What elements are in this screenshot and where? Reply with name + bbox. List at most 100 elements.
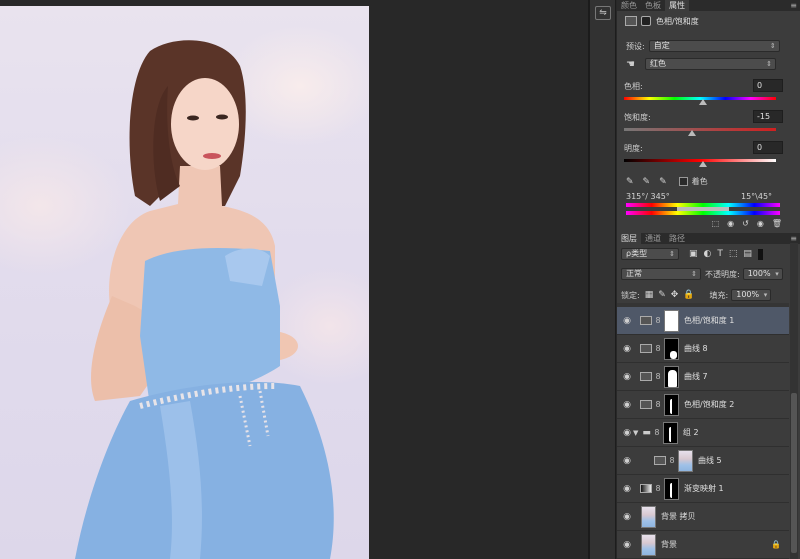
mask-icon[interactable] — [641, 16, 651, 26]
filter-toggle[interactable] — [757, 248, 763, 260]
tab-swatches[interactable]: 色板 — [641, 0, 665, 11]
channel-row: ☚ 红色 ⇕ — [617, 58, 800, 70]
tab-layers[interactable]: 图层 — [617, 233, 641, 244]
document-image[interactable] — [0, 6, 369, 559]
filter-smart-object-icon[interactable]: ▤ — [743, 249, 752, 259]
filter-pixel-icon[interactable]: ▣ — [689, 249, 698, 259]
hue-label: 色相: — [624, 82, 643, 91]
eye-icon[interactable]: ◉ — [617, 344, 637, 354]
link-icon[interactable]: 8 — [654, 400, 662, 409]
layer-mask-thumbnail[interactable] — [664, 365, 679, 388]
eye-icon[interactable]: ◉ — [617, 372, 637, 382]
channel-value: 红色 — [649, 59, 666, 68]
layer-name: 渐变映射 1 — [684, 484, 724, 493]
link-icon[interactable]: 8 — [668, 456, 676, 465]
eye-icon[interactable]: ◉ — [617, 456, 637, 466]
filter-type-icon[interactable]: T — [717, 249, 723, 259]
layer-mask-thumbnail[interactable] — [662, 421, 678, 444]
curves-icon — [640, 344, 652, 353]
lightness-input[interactable]: 0 — [753, 141, 783, 154]
view-previous-icon[interactable]: ◉ — [727, 219, 734, 228]
layer-mask-thumbnail[interactable] — [664, 337, 679, 360]
lock-pixels-icon[interactable]: ✎ — [658, 290, 666, 300]
layer-row[interactable]: ◉ 8 曲线 5 — [617, 447, 789, 475]
filter-shape-icon[interactable]: ⬚ — [729, 249, 738, 259]
layer-filter-value: ρ类型 — [626, 249, 648, 258]
properties-title: 色相/饱和度 — [656, 16, 699, 26]
tab-properties[interactable]: 属性 — [665, 0, 689, 11]
layer-row[interactable]: ◉ 8 渐变映射 1 — [617, 475, 789, 503]
channel-dropdown[interactable]: 红色 ⇕ — [644, 58, 776, 70]
lock-label: 锁定: — [621, 290, 640, 300]
document-canvas-area[interactable] — [0, 0, 588, 559]
range-right-label: 15°\45° — [741, 192, 773, 201]
mask-shape — [670, 482, 674, 498]
eye-icon[interactable]: ◉ — [617, 512, 637, 522]
opacity-input[interactable]: 100% ▾ — [742, 268, 783, 280]
eye-icon[interactable]: ◉ — [617, 316, 637, 326]
filter-adjustment-icon[interactable]: ◐ — [704, 249, 712, 259]
fill-label: 填充: — [709, 290, 729, 300]
panel-menu-icon[interactable]: ≡ — [790, 0, 797, 11]
link-icon[interactable]: 8 — [654, 316, 662, 325]
layer-row[interactable]: ◉ 背景 🔒 — [617, 531, 789, 559]
link-icon[interactable]: 8 — [654, 372, 662, 381]
lock-transparent-icon[interactable]: ▦ — [645, 290, 654, 300]
lock-position-icon[interactable]: ✥ — [671, 290, 679, 300]
layer-mask-thumbnail[interactable] — [664, 309, 679, 332]
colorize-label: 着色 — [691, 177, 708, 186]
eyedropper-icon[interactable]: ✎ — [626, 177, 634, 187]
layers-scroll-thumb[interactable] — [791, 393, 797, 553]
layer-row[interactable]: ◉ 8 色相/饱和度 2 — [617, 391, 789, 419]
hand-targeted-adjust-icon[interactable]: ☚ — [626, 59, 635, 70]
visibility-icon[interactable]: ◉ — [757, 219, 764, 228]
layer-name: 曲线 7 — [684, 372, 708, 381]
preset-dropdown[interactable]: 自定 ⇕ — [648, 40, 780, 52]
layer-row[interactable]: ◉ 8 曲线 7 — [617, 363, 789, 391]
properties-panel-icon[interactable]: ⇋ — [595, 6, 611, 20]
saturation-slider-thumb[interactable] — [688, 130, 696, 136]
layer-filter-row: ρ类型 ⇕ ▣ ◐ T ⬚ ▤ — [617, 248, 800, 260]
layers-scrollbar[interactable] — [790, 243, 798, 559]
group-expand-icon[interactable]: ▼ — [633, 429, 638, 437]
eye-icon[interactable]: ◉ — [617, 484, 637, 494]
reset-icon[interactable]: ↺ — [742, 219, 749, 228]
lightness-slider-thumb[interactable] — [699, 161, 707, 167]
link-icon[interactable]: 8 — [653, 428, 661, 437]
layer-row[interactable]: ◉ 8 曲线 8 — [617, 335, 789, 363]
portrait-photo — [75, 40, 334, 559]
link-icon[interactable]: 8 — [654, 484, 662, 493]
eyedropper-subtract-icon[interactable]: ✎ — [659, 177, 667, 187]
layer-row[interactable]: ◉ 8 色相/饱和度 1 — [617, 307, 789, 335]
layer-mask-thumbnail[interactable] — [678, 449, 693, 472]
layer-row[interactable]: ◉ ▼ ▬ 8 组 2 — [617, 419, 789, 447]
tab-channels[interactable]: 通道 — [641, 233, 665, 244]
saturation-slider-track[interactable] — [624, 128, 776, 131]
lightness-label: 明度: — [624, 144, 643, 153]
link-icon[interactable]: 8 — [654, 344, 662, 353]
blend-mode-dropdown[interactable]: 正常 ⇕ — [621, 268, 701, 280]
dropdown-arrow-icon: ⇕ — [766, 60, 772, 68]
tab-color[interactable]: 颜色 — [617, 0, 641, 11]
fill-input[interactable]: 100% ▾ — [731, 289, 772, 301]
layer-filter-dropdown[interactable]: ρ类型 ⇕ — [621, 248, 679, 260]
layer-name: 组 2 — [682, 428, 699, 437]
delete-icon[interactable]: 🗑 — [772, 219, 782, 228]
layer-name: 色相/饱和度 1 — [684, 316, 735, 325]
hue-saturation-icon — [640, 316, 652, 325]
mask-shape — [668, 369, 677, 387]
eyedropper-add-icon[interactable]: ✎ — [643, 177, 651, 187]
eye-icon[interactable]: ◉ — [617, 540, 637, 550]
tab-paths[interactable]: 路径 — [665, 233, 689, 244]
properties-header: 色相/饱和度 — [617, 14, 800, 28]
saturation-input[interactable]: -15 — [753, 110, 783, 123]
layer-row[interactable]: ◉ 背景 拷贝 — [617, 503, 789, 531]
hue-slider-thumb[interactable] — [699, 99, 707, 105]
colorize-checkbox[interactable] — [678, 177, 688, 186]
layer-mask-thumbnail[interactable] — [664, 477, 679, 500]
hue-input[interactable]: 0 — [753, 79, 783, 92]
eye-icon[interactable]: ◉ — [617, 400, 637, 410]
clip-to-layer-icon[interactable]: ⬚ — [712, 219, 720, 228]
lock-all-icon[interactable]: 🔒 — [683, 290, 694, 300]
layer-mask-thumbnail[interactable] — [664, 393, 679, 416]
